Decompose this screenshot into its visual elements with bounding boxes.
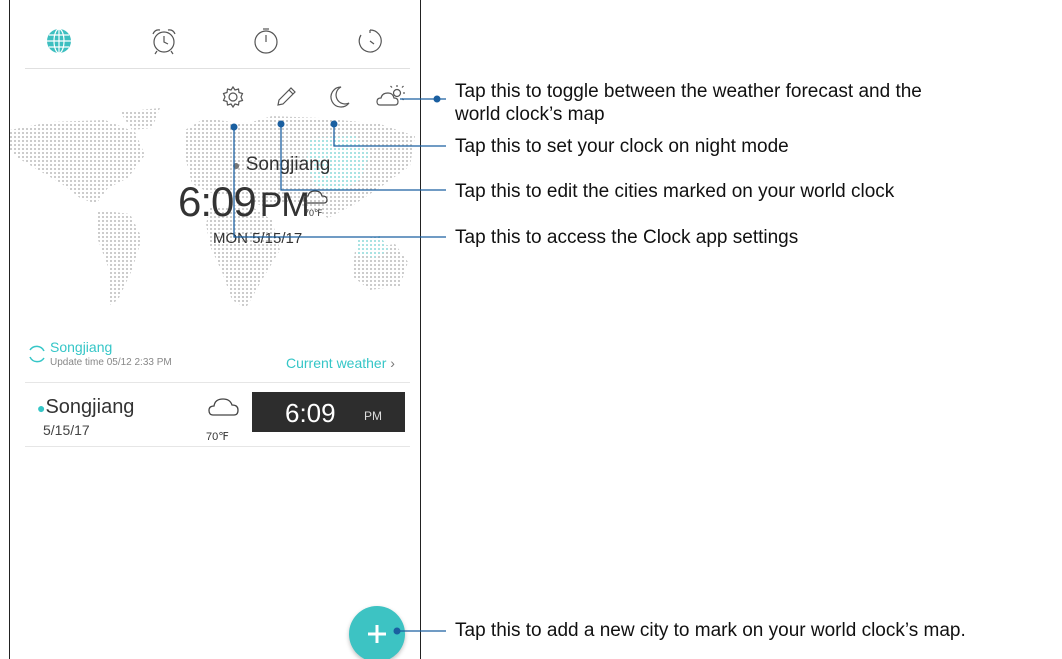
callout-settings: Tap this to access the Clock app setting… [455, 227, 799, 248]
callout-edit-cities: Tap this to edit the cities marked on yo… [455, 181, 895, 202]
callout-night-mode: Tap this to set your clock on night mode [455, 136, 789, 157]
callout-add-city: Tap this to add a new city to mark on yo… [455, 620, 966, 641]
callout-weather-toggle: Tap this to toggle between the weather f… [455, 80, 922, 126]
callout-weather-toggle-line2: world clock’s map [455, 104, 605, 125]
callout-weather-toggle-line1: Tap this to toggle between the weather f… [455, 81, 922, 102]
